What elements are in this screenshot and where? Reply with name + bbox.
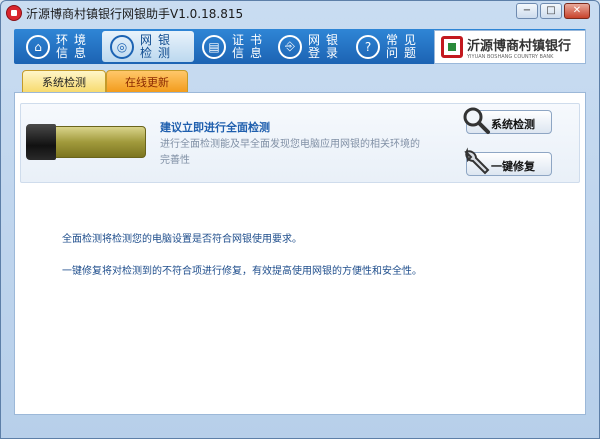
- nav-label: 常见: [386, 32, 423, 47]
- system-check-button[interactable]: 系统检测: [463, 107, 552, 134]
- nav-label: 网银: [308, 32, 345, 47]
- title-bar[interactable]: 沂源博商村镇银行网银助手V1.0.18.815 − □ ✕: [0, 0, 598, 26]
- nav-item-faq[interactable]: ? 常见 问题: [348, 31, 440, 62]
- panel-title: 建议立即进行全面检测: [160, 121, 270, 134]
- usb-key-image: [26, 122, 146, 160]
- system-check-label: 系统检测: [491, 118, 535, 131]
- window-title: 沂源博商村镇银行网银助手V1.0.18.815: [26, 7, 244, 21]
- nav-label: 证书: [232, 32, 269, 47]
- bank-brand: 沂源博商村镇银行 YIYUAN BOSHANG COUNTRY BANK: [434, 30, 586, 64]
- app-logo-icon: [6, 5, 22, 21]
- nav-label: 网银: [140, 32, 177, 47]
- nav-label: 登录: [308, 45, 345, 60]
- nav-label: 信息: [232, 45, 269, 60]
- nav-label: 信息: [56, 45, 93, 60]
- info-text-check: 全面检测将检测您的电脑设置是否符合网银使用要求。: [62, 234, 302, 245]
- nav-item-ebank-check[interactable]: ◎ 网银 检测: [102, 31, 194, 62]
- close-button[interactable]: ✕: [564, 3, 590, 19]
- certificate-icon: ▤: [202, 34, 226, 59]
- nav-label: 检测: [140, 45, 177, 60]
- bank-name-en: YIYUAN BOSHANG COUNTRY BANK: [467, 53, 554, 60]
- info-text-repair: 一键修复将对检测到的不符合项进行修复，有效提高使用网银的方便性和安全性。: [62, 266, 422, 277]
- minimize-button[interactable]: −: [516, 3, 538, 19]
- nav-label: 问题: [386, 45, 423, 60]
- one-click-repair-button[interactable]: 一键修复: [464, 147, 552, 176]
- question-icon: ?: [356, 34, 380, 59]
- magnifier-icon: [463, 107, 490, 134]
- nav-label: 环境: [56, 32, 93, 47]
- login-icon: ⎆: [278, 34, 302, 59]
- bank-name: 沂源博商村镇银行: [467, 38, 572, 54]
- restore-button[interactable]: □: [540, 3, 562, 19]
- home-icon: ⌂: [26, 34, 50, 59]
- wrench-icon: [464, 147, 490, 175]
- nav-item-environment[interactable]: ⌂ 环境 信息: [18, 31, 110, 62]
- bank-logo-icon: [441, 36, 463, 58]
- tab-online-update[interactable]: 在线更新: [106, 70, 188, 94]
- tab-system-check[interactable]: 系统检测: [22, 70, 106, 94]
- usb-key-icon: ◎: [110, 34, 134, 59]
- one-click-repair-label: 一键修复: [491, 160, 535, 173]
- panel-description: 进行全面检测能及早全面发现您电脑应用网银的相关环境的完善性: [160, 139, 420, 166]
